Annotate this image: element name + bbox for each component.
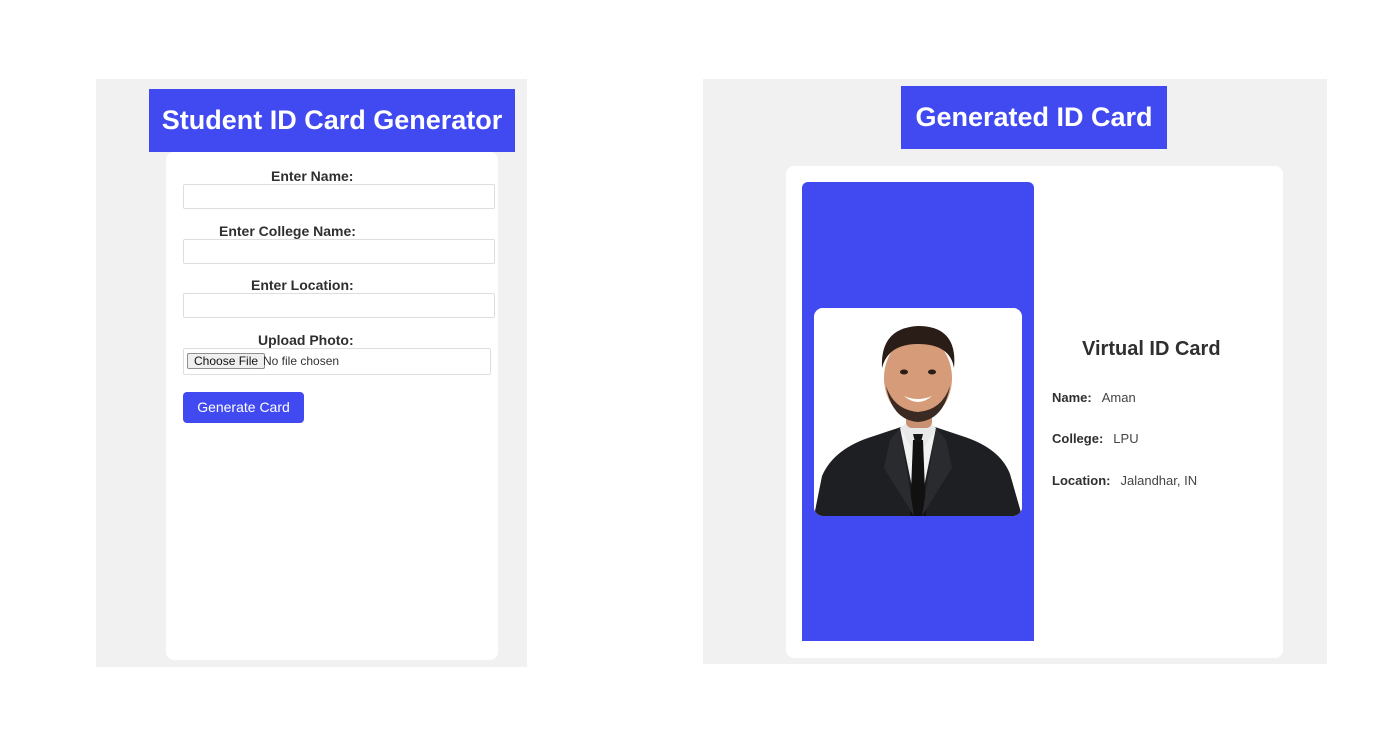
college-label: Enter College Name: — [219, 223, 356, 239]
preview-panel: Generated ID Card Virtual ID Card Name: … — [703, 79, 1327, 664]
card-college-value: LPU — [1113, 431, 1139, 446]
card-name-row: Name: Aman — [1052, 390, 1136, 405]
generator-panel: Student ID Card Generator Enter Name: En… — [96, 79, 527, 667]
preview-title: Generated ID Card — [901, 86, 1167, 149]
card-college-row: College: LPU — [1052, 431, 1139, 446]
card-location-label: Location: — [1052, 473, 1111, 488]
generate-card-button[interactable]: Generate Card — [183, 392, 304, 423]
generator-form: Enter Name: Enter College Name: Enter Lo… — [166, 152, 498, 660]
card-college-label: College: — [1052, 431, 1104, 446]
generator-title: Student ID Card Generator — [149, 89, 515, 152]
location-input[interactable] — [183, 293, 495, 318]
card-location-value: Jalandhar, IN — [1120, 473, 1198, 488]
student-photo — [814, 308, 1022, 516]
choose-file-button[interactable]: Choose File — [187, 353, 266, 369]
name-input[interactable] — [183, 184, 495, 209]
name-label: Enter Name: — [271, 168, 354, 184]
id-card: Virtual ID Card Name: Aman College: LPU Lo… — [786, 166, 1283, 658]
file-status: No file chosen — [263, 354, 340, 368]
photo-label: Upload Photo: — [258, 332, 354, 348]
student-photo-icon — [814, 308, 1022, 516]
card-name-label: Name: — [1052, 390, 1092, 405]
college-input[interactable] — [183, 239, 495, 264]
card-heading: Virtual ID Card — [1082, 338, 1221, 360]
location-label: Enter Location: — [251, 277, 354, 293]
card-accent-strip — [802, 182, 1034, 641]
card-location-row: Location: Jalandhar, IN — [1052, 473, 1197, 488]
card-name-value: Aman — [1101, 390, 1136, 405]
photo-file-input[interactable]: Choose File No file chosen — [183, 348, 491, 375]
